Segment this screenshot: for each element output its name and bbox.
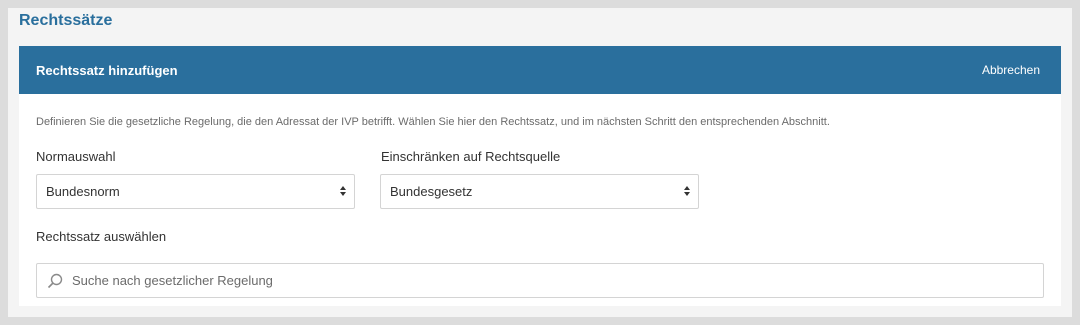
add-rechtssatz-card: Rechtssatz hinzufügen Abbrechen Definier… [19, 46, 1061, 306]
source-select-label: Einschränken auf Rechtsquelle [381, 149, 561, 164]
search-icon [47, 273, 63, 288]
cancel-button[interactable]: Abbrechen [982, 63, 1040, 77]
rechtssatz-label: Rechtssatz auswählen [36, 229, 167, 244]
page-frame: Rechtssätze Rechtssatz hinzufügen Abbrec… [8, 8, 1072, 317]
norm-select-value: Bundesnorm [46, 184, 120, 199]
card-title: Rechtssatz hinzufügen [36, 62, 178, 78]
norm-select-label: Normauswahl [36, 149, 116, 164]
rechtssatz-search-field[interactable] [36, 263, 1044, 298]
card-description: Definieren Sie die gesetzliche Regelung,… [36, 116, 830, 128]
source-select[interactable]: Bundesgesetz [380, 174, 699, 209]
select-caret-icon [683, 184, 690, 198]
source-select-value: Bundesgesetz [390, 184, 473, 199]
rechtssatz-search-input[interactable] [72, 273, 1022, 288]
norm-select[interactable]: Bundesnorm [36, 174, 355, 209]
select-caret-icon [339, 184, 346, 198]
page-title: Rechtssätze [19, 12, 113, 29]
card-header: Rechtssatz hinzufügen Abbrechen [19, 46, 1061, 94]
